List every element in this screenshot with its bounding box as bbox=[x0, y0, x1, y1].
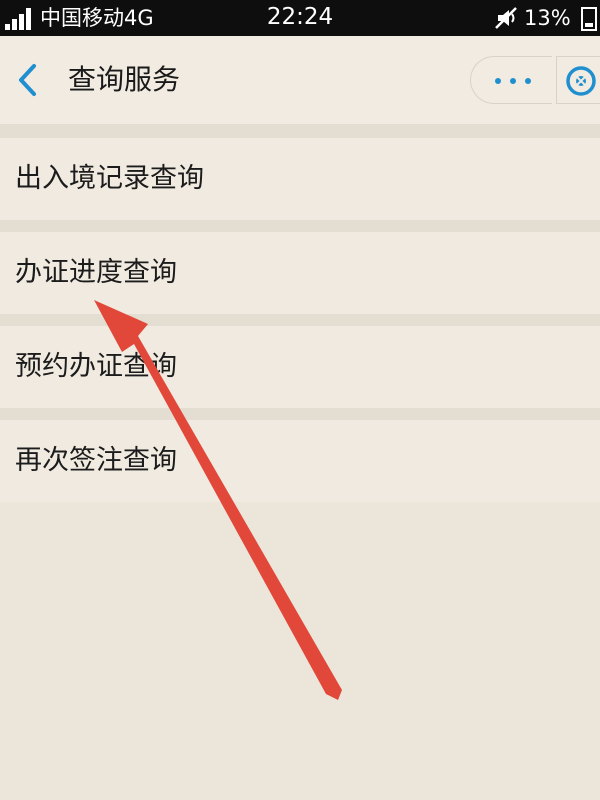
menu-item-label: 出入境记录查询 bbox=[15, 163, 204, 194]
more-dots-icon bbox=[495, 78, 531, 84]
more-button[interactable] bbox=[470, 56, 552, 104]
menu-item-appointment[interactable]: 预约办证查询 bbox=[0, 326, 600, 408]
menu-item-entry-exit-records[interactable]: 出入境记录查询 bbox=[0, 138, 600, 220]
nav-bar: 查询服务 bbox=[0, 36, 600, 124]
menu-item-label: 办证进度查询 bbox=[15, 257, 177, 288]
battery-icon bbox=[581, 7, 597, 31]
back-button[interactable] bbox=[10, 58, 46, 102]
menu-item-label: 再次签注查询 bbox=[15, 445, 177, 476]
menu-item-re-endorsement[interactable]: 再次签注查询 bbox=[0, 420, 600, 502]
divider bbox=[0, 408, 600, 420]
battery-level: 13% bbox=[524, 6, 571, 30]
close-mini-program-button[interactable] bbox=[556, 56, 600, 104]
divider bbox=[0, 220, 600, 232]
menu-item-label: 预约办证查询 bbox=[15, 351, 177, 382]
divider bbox=[0, 124, 600, 138]
empty-area bbox=[0, 502, 600, 800]
menu-item-permit-progress[interactable]: 办证进度查询 bbox=[0, 232, 600, 314]
status-bar: 中国移动4G 22:24 13% bbox=[0, 0, 600, 36]
screen: 中国移动4G 22:24 13% 查询服务 出入境记录查询 办证进度查询 预约办… bbox=[0, 0, 600, 800]
mute-icon bbox=[495, 7, 517, 29]
close-circle-icon bbox=[566, 66, 596, 96]
divider bbox=[0, 314, 600, 326]
page-title: 查询服务 bbox=[68, 63, 181, 96]
